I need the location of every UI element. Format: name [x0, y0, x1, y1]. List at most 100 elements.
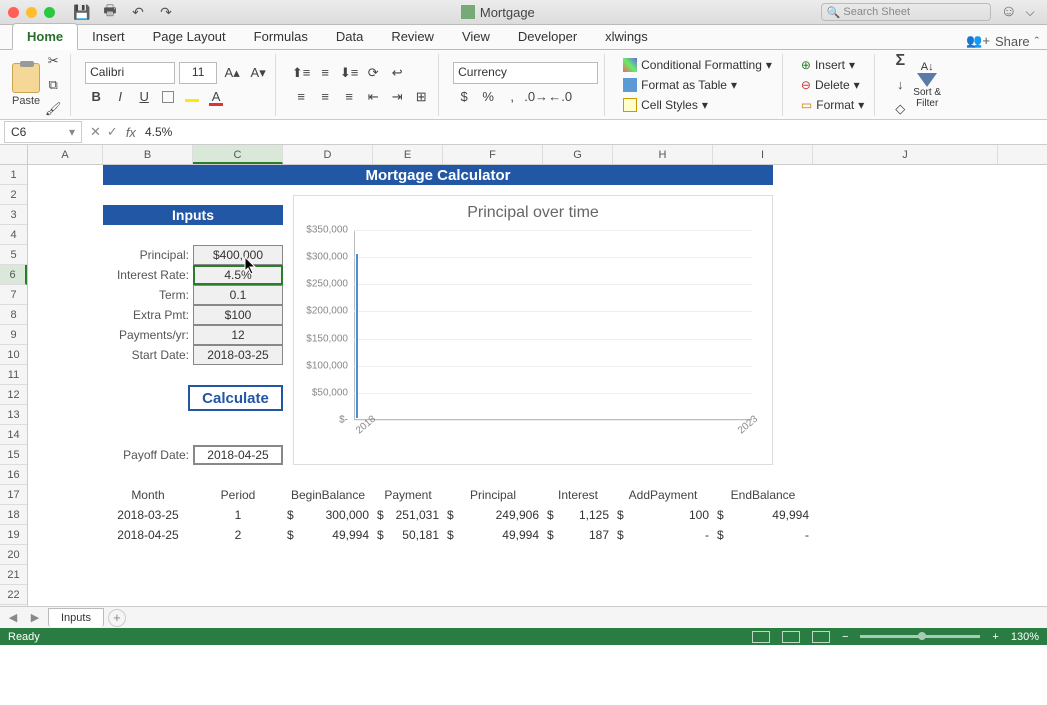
row-header-9[interactable]: 9 [0, 325, 27, 345]
insert-cells-button[interactable]: ⊕Insert ▾ [797, 56, 868, 74]
tab-home[interactable]: Home [12, 23, 78, 50]
italic-button[interactable]: I [109, 86, 131, 108]
tab-view[interactable]: View [448, 24, 504, 49]
row-header-15[interactable]: 15 [0, 445, 27, 465]
tab-formulas[interactable]: Formulas [240, 24, 322, 49]
column-header-A[interactable]: A [28, 145, 103, 164]
row-header-13[interactable]: 13 [0, 405, 27, 425]
tab-insert[interactable]: Insert [78, 24, 139, 49]
orientation-icon[interactable]: ⟳ [362, 62, 384, 84]
table-cell[interactable]: 2 [193, 525, 283, 545]
decrease-decimal-icon[interactable]: ←.0 [549, 86, 571, 108]
table-cell[interactable]: 1 [193, 505, 283, 525]
tab-data[interactable]: Data [322, 24, 377, 49]
align-center-icon[interactable]: ≡ [314, 86, 336, 108]
table-cell[interactable]: 1,125 [543, 505, 613, 525]
column-header-I[interactable]: I [713, 145, 813, 164]
column-header-F[interactable]: F [443, 145, 543, 164]
align-top-icon[interactable]: ⬆≡ [290, 62, 312, 84]
font-size-select[interactable]: 11 [179, 62, 217, 84]
column-header-J[interactable]: J [813, 145, 998, 164]
table-cell[interactable]: 2018-03-25 [103, 505, 193, 525]
increase-decimal-icon[interactable]: .0→ [525, 86, 547, 108]
feedback-icon[interactable]: ☺ [1001, 3, 1017, 21]
input-term[interactable]: 0.1 [193, 285, 283, 305]
undo-icon[interactable]: ↶ [129, 3, 147, 21]
row-header-22[interactable]: 22 [0, 585, 27, 605]
fill-color-button[interactable] [181, 86, 203, 108]
row-header-3[interactable]: 3 [0, 205, 27, 225]
row-header-8[interactable]: 8 [0, 305, 27, 325]
input-start[interactable]: 2018-03-25 [193, 345, 283, 365]
table-cell[interactable]: - [613, 525, 713, 545]
row-header-19[interactable]: 19 [0, 525, 27, 545]
save-icon[interactable]: 💾 [73, 3, 91, 21]
number-format-select[interactable]: Currency [453, 62, 598, 84]
merge-cells-icon[interactable]: ⊞ [410, 86, 432, 108]
table-cell[interactable]: 49,994 [713, 505, 813, 525]
increase-font-icon[interactable]: A▴ [221, 62, 243, 84]
print-icon[interactable]: 🖶 [101, 3, 119, 21]
zoom-slider[interactable] [860, 635, 980, 638]
column-header-G[interactable]: G [543, 145, 613, 164]
add-sheet-button[interactable]: + [108, 609, 126, 627]
conditional-formatting-button[interactable]: Conditional Formatting ▾ [619, 56, 776, 74]
table-cell[interactable]: 187 [543, 525, 613, 545]
share-button[interactable]: Share [995, 34, 1030, 49]
align-bottom-icon[interactable]: ⬇≡ [338, 62, 360, 84]
decrease-font-icon[interactable]: A▾ [247, 62, 269, 84]
format-painter-icon[interactable]: 🖌 [42, 98, 64, 120]
search-sheet-input[interactable]: 🔍 Search Sheet [821, 3, 991, 21]
row-header-7[interactable]: 7 [0, 285, 27, 305]
cancel-formula-icon[interactable]: ✕ [90, 124, 101, 140]
sheet-tab-inputs[interactable]: Inputs [48, 608, 104, 627]
chart-principal-over-time[interactable]: Principal over time $-$50,000$100,000$15… [293, 195, 773, 465]
input-principal[interactable]: $400,000 [193, 245, 283, 265]
column-header-D[interactable]: D [283, 145, 373, 164]
input-extra[interactable]: $100 [193, 305, 283, 325]
table-cell[interactable]: 251,031 [373, 505, 443, 525]
format-as-table-button[interactable]: Format as Table ▾ [619, 76, 776, 94]
column-header-C[interactable]: C [193, 145, 283, 164]
row-header-12[interactable]: 12 [0, 385, 27, 405]
name-box[interactable]: C6 ▾ [4, 121, 82, 143]
column-header-B[interactable]: B [103, 145, 193, 164]
font-name-select[interactable]: Calibri [85, 62, 175, 84]
border-button[interactable] [157, 86, 179, 108]
bold-button[interactable]: B [85, 86, 107, 108]
table-cell[interactable]: 49,994 [443, 525, 543, 545]
clear-icon[interactable]: ◇ [889, 98, 911, 120]
autosum-icon[interactable]: Σ [889, 50, 911, 72]
row-header-16[interactable]: 16 [0, 465, 27, 485]
row-header-6[interactable]: 6 [0, 265, 27, 285]
align-right-icon[interactable]: ≡ [338, 86, 360, 108]
decrease-indent-icon[interactable]: ⇤ [362, 86, 384, 108]
enter-formula-icon[interactable]: ✓ [107, 124, 118, 140]
increase-indent-icon[interactable]: ⇥ [386, 86, 408, 108]
table-cell[interactable]: 2018-04-25 [103, 525, 193, 545]
collapse-ribbon-icon[interactable]: ˆ [1035, 34, 1039, 49]
tab-page-layout[interactable]: Page Layout [139, 24, 240, 49]
select-all-corner[interactable] [0, 145, 28, 164]
tab-developer[interactable]: Developer [504, 24, 591, 49]
redo-icon[interactable]: ↷ [157, 3, 175, 21]
row-header-1[interactable]: 1 [0, 165, 27, 185]
page-break-view-icon[interactable] [812, 631, 830, 643]
cell-styles-button[interactable]: Cell Styles ▾ [619, 96, 776, 114]
row-header-21[interactable]: 21 [0, 565, 27, 585]
copy-icon[interactable]: ⧉ [42, 74, 64, 96]
row-header-18[interactable]: 18 [0, 505, 27, 525]
currency-icon[interactable]: $ [453, 86, 475, 108]
sort-filter-button[interactable]: A↓ Sort & Filter [913, 61, 941, 109]
zoom-in-icon[interactable]: + [992, 631, 998, 643]
tab-xlwings[interactable]: xlwings [591, 24, 662, 49]
fill-icon[interactable]: ↓ [889, 74, 911, 96]
zoom-level[interactable]: 130% [1011, 631, 1039, 643]
table-cell[interactable]: 50,181 [373, 525, 443, 545]
zoom-out-icon[interactable]: − [842, 631, 848, 643]
input-payyr[interactable]: 12 [193, 325, 283, 345]
zoom-window-icon[interactable] [44, 7, 55, 18]
column-header-E[interactable]: E [373, 145, 443, 164]
align-left-icon[interactable]: ≡ [290, 86, 312, 108]
page-layout-view-icon[interactable] [782, 631, 800, 643]
